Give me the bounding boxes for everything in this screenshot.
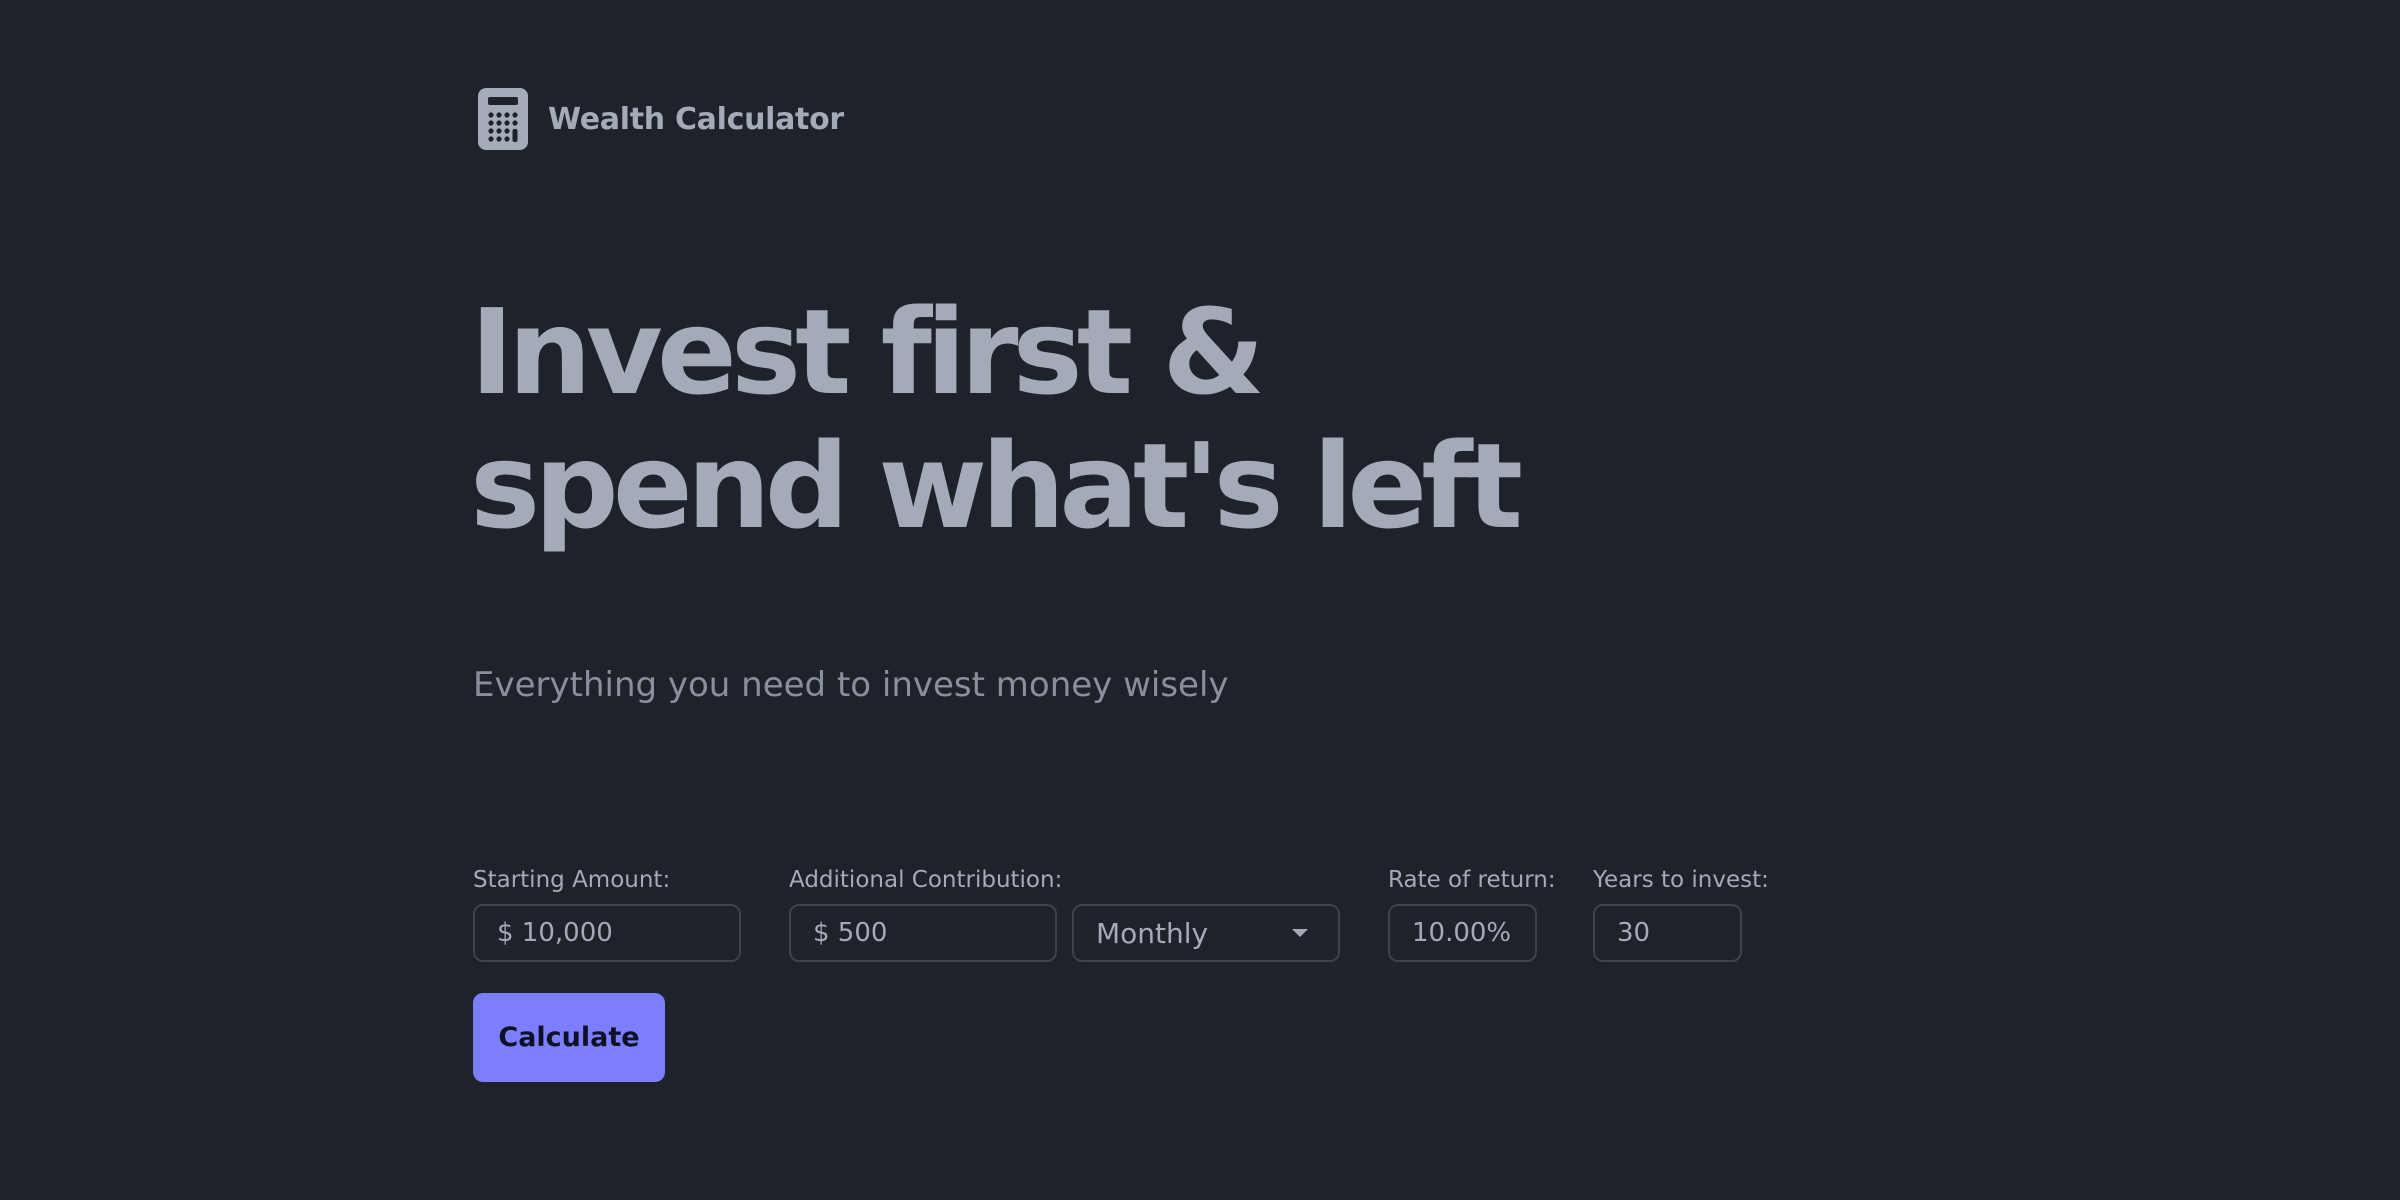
calculate-button[interactable]: Calculate xyxy=(473,993,665,1082)
calculator-icon xyxy=(478,88,528,150)
headline-line-2: spend what's left xyxy=(470,417,1523,555)
years-to-invest-input[interactable]: 30 xyxy=(1593,904,1742,962)
rate-of-return-input[interactable]: 10.00% xyxy=(1388,904,1537,962)
hero-subtitle: Everything you need to invest money wise… xyxy=(473,665,1229,705)
frequency-value: Monthly xyxy=(1096,916,1209,950)
starting-amount-input[interactable]: $ 10,000 xyxy=(473,904,741,962)
rate-of-return-label: Rate of return: xyxy=(1388,867,1556,893)
starting-amount-value: $ 10,000 xyxy=(497,918,613,948)
frequency-select[interactable]: Monthly xyxy=(1072,904,1340,962)
years-to-invest-value: 30 xyxy=(1617,918,1651,948)
additional-contribution-input[interactable]: $ 500 xyxy=(789,904,1057,962)
additional-contribution-value: $ 500 xyxy=(813,918,888,948)
headline-line-1: Invest first & xyxy=(470,283,1265,421)
brand: Wealth Calculator xyxy=(478,88,844,150)
years-to-invest-label: Years to invest: xyxy=(1593,867,1769,893)
hero-headline: Invest first & spend what's left xyxy=(470,283,1523,555)
chevron-down-icon xyxy=(1292,929,1308,937)
starting-amount-label: Starting Amount: xyxy=(473,867,671,893)
rate-of-return-value: 10.00% xyxy=(1412,918,1512,948)
additional-contribution-label: Additional Contribution: xyxy=(789,867,1063,893)
app-title: Wealth Calculator xyxy=(548,101,844,137)
